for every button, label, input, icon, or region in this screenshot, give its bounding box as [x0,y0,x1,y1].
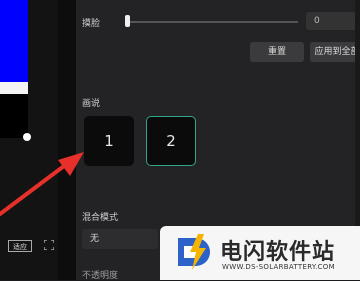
preview-canvas-strip [0,82,28,94]
slider-label: 摸脸 [82,19,101,29]
slider-knob[interactable] [125,15,130,27]
panel-divider [58,0,76,280]
blend-mode-select[interactable]: 无 [82,229,158,249]
frames-section-label: 画说 [82,99,101,109]
zoom-fit-button[interactable]: 适应 [8,240,32,252]
apply-all-button[interactable]: 应用到全部 [310,42,360,62]
opacity-label: 不透明度 [82,271,119,281]
watermark-title: 电闪软件站 [220,240,336,265]
resize-handle[interactable] [23,133,31,141]
watermark-url: WWW.DS-SOLARBATTERY.COM [222,263,335,271]
slider-value-input[interactable]: 0 [306,12,360,30]
watermark-logo [178,234,210,270]
frame-option-2[interactable]: 2 [146,116,196,166]
fullscreen-icon[interactable] [44,240,54,250]
frame-option-1[interactable]: 1 [84,116,134,166]
reset-button[interactable]: 重置 [250,42,304,62]
preview-canvas-bottom [0,94,28,138]
blend-mode-label: 混合模式 [82,213,119,223]
slider-track[interactable] [128,21,298,23]
